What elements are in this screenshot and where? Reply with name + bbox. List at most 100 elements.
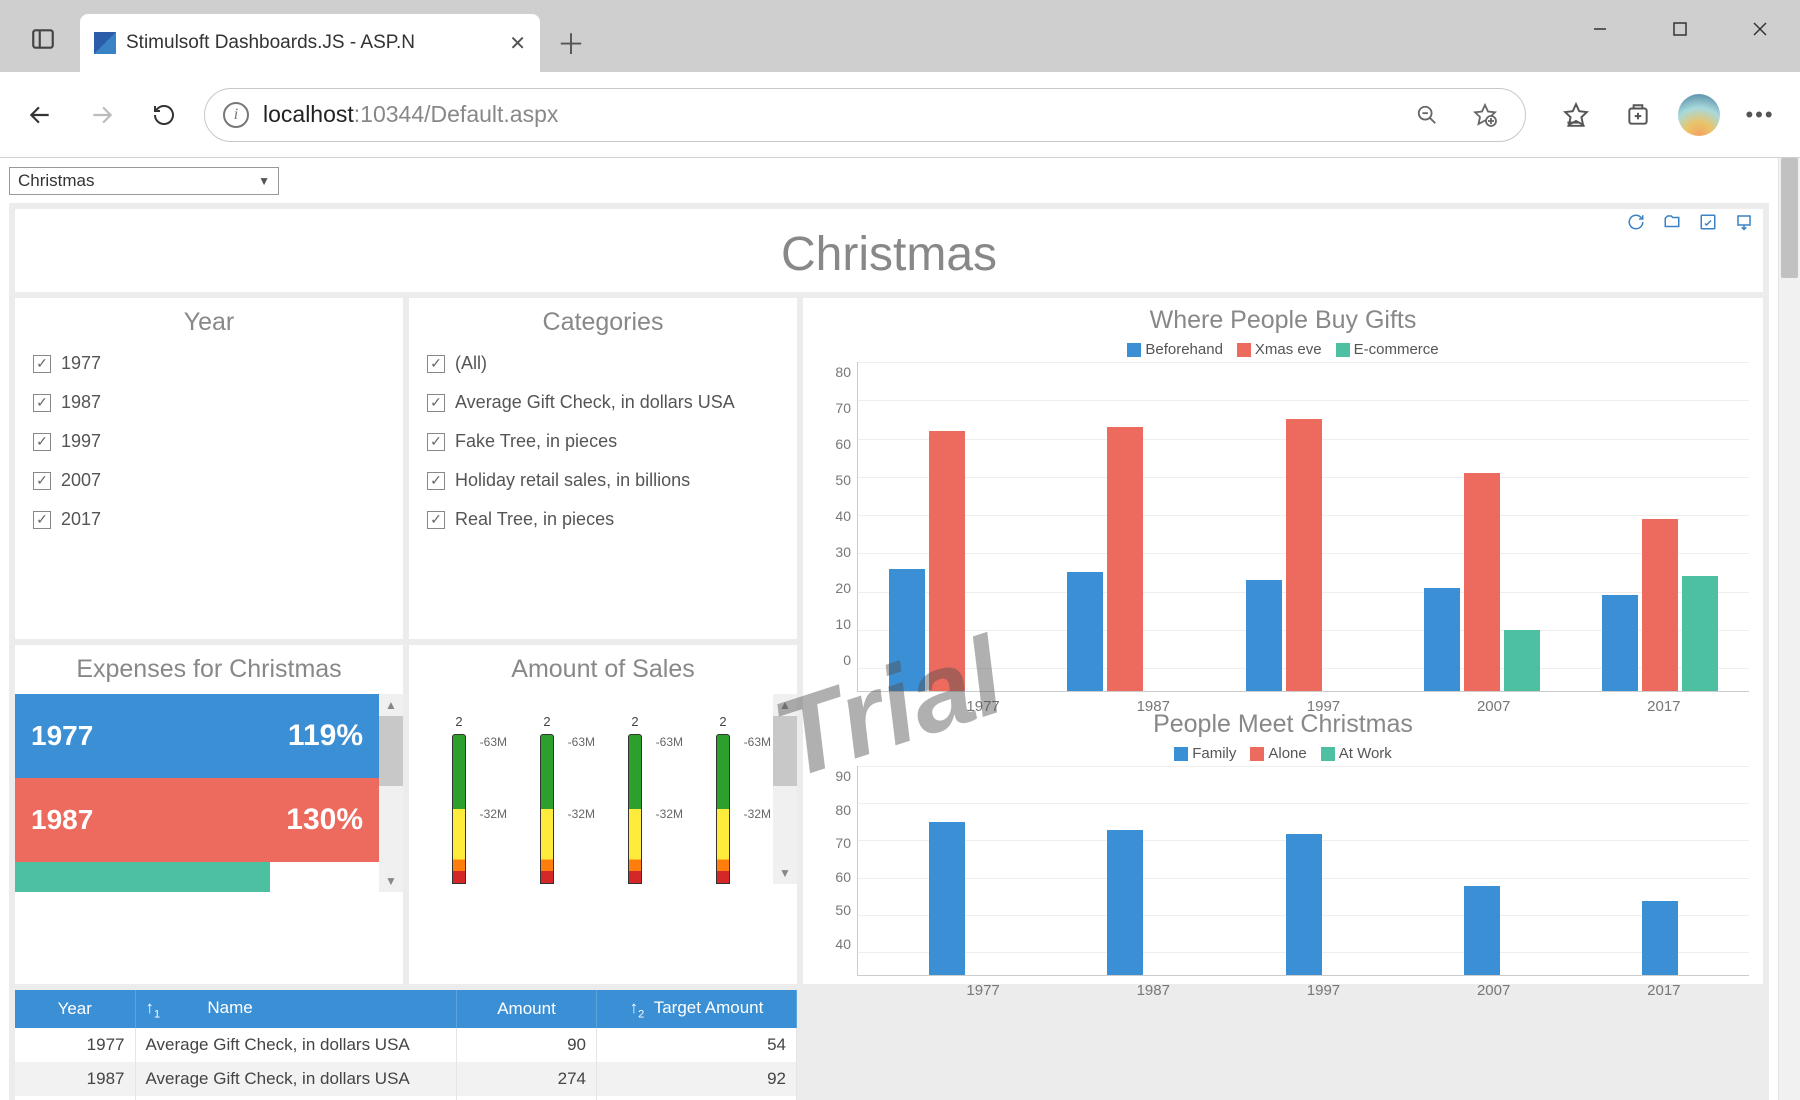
bar[interactable]	[1107, 830, 1143, 975]
expenses-scrollbar[interactable]: ▲ ▼	[379, 694, 403, 892]
browser-toolbar: i localhost:10344/Default.aspx •••	[0, 72, 1800, 158]
categories-filter-panel: Categories ✓(All)✓Average Gift Check, in…	[409, 298, 797, 639]
bar[interactable]	[1642, 519, 1678, 691]
edit-icon[interactable]	[1697, 211, 1719, 233]
close-window-button[interactable]	[1720, 0, 1800, 58]
scroll-down-icon[interactable]: ▼	[779, 862, 791, 884]
col-name[interactable]: ↑1 Name	[135, 990, 457, 1028]
new-tab-button[interactable]: ＋	[546, 18, 596, 68]
checkbox-label: Real Tree, in pieces	[455, 509, 614, 530]
collections-icon[interactable]	[1616, 93, 1660, 137]
checkbox-item[interactable]: ✓Fake Tree, in pieces	[427, 431, 779, 452]
gauge: -63M-32M2	[419, 694, 499, 884]
scroll-down-icon[interactable]: ▼	[385, 870, 397, 892]
table-row[interactable]: 1997Average Gift Check, in dollars USA60…	[15, 1096, 797, 1100]
report-selector[interactable]: Christmas ▼	[9, 167, 279, 195]
maximize-button[interactable]	[1640, 0, 1720, 58]
reload-button[interactable]	[142, 93, 186, 137]
refresh-icon[interactable]	[1625, 211, 1647, 233]
scroll-up-icon[interactable]: ▲	[385, 694, 397, 716]
chart-plot[interactable]: 19771987199720072017	[857, 362, 1749, 692]
bar[interactable]	[929, 431, 965, 691]
checkbox-item[interactable]: ✓(All)	[427, 353, 779, 374]
bar[interactable]	[1682, 576, 1718, 691]
checkbox-icon: ✓	[33, 511, 51, 529]
site-info-icon[interactable]: i	[223, 102, 249, 128]
expense-row[interactable]	[15, 862, 270, 892]
address-bar[interactable]: i localhost:10344/Default.aspx	[204, 88, 1526, 142]
checkbox-icon: ✓	[427, 511, 445, 529]
bar[interactable]	[1286, 419, 1322, 691]
tab-close-icon[interactable]: ✕	[509, 31, 526, 56]
dashboard-title: Christmas	[15, 209, 1763, 292]
sidebar-toggle-icon[interactable]	[16, 12, 70, 66]
checkbox-item[interactable]: ✓Average Gift Check, in dollars USA	[427, 392, 779, 413]
sales-title: Amount of Sales	[409, 655, 797, 684]
table-row[interactable]: 1987Average Gift Check, in dollars USA27…	[15, 1062, 797, 1096]
bar[interactable]	[1642, 901, 1678, 975]
scroll-up-icon[interactable]: ▲	[779, 694, 791, 716]
legend-item[interactable]: E-commerce	[1336, 341, 1439, 358]
expense-pct: 130%	[286, 803, 363, 837]
bar[interactable]	[1424, 588, 1460, 691]
url-text: localhost:10344/Default.aspx	[263, 101, 558, 128]
page-scrollbar[interactable]	[1778, 158, 1800, 1100]
legend-item[interactable]: At Work	[1321, 745, 1392, 762]
bar[interactable]	[1067, 572, 1103, 691]
checkbox-label: 1987	[61, 392, 101, 413]
sales-scrollbar[interactable]: ▲ ▼	[773, 694, 797, 884]
bar[interactable]	[1464, 473, 1500, 691]
col-year[interactable]: Year	[15, 990, 135, 1028]
bar[interactable]	[1286, 834, 1322, 975]
forward-button	[80, 93, 124, 137]
charts-panel: Where People Buy GiftsBeforehandXmas eve…	[803, 298, 1763, 984]
browser-tab[interactable]: Stimulsoft Dashboards.JS - ASP.N ✕	[80, 14, 540, 72]
expense-year: 1987	[31, 804, 93, 836]
profile-avatar[interactable]	[1678, 94, 1720, 136]
col-amount[interactable]: Amount	[457, 990, 597, 1028]
zoom-out-icon[interactable]	[1405, 93, 1449, 137]
bar[interactable]	[1107, 427, 1143, 691]
expense-year: 1977	[31, 720, 93, 752]
bar[interactable]	[1464, 886, 1500, 975]
chart-plot[interactable]: 19771987199720072017	[857, 766, 1749, 976]
tab-favicon	[94, 32, 116, 54]
export-icon[interactable]	[1733, 211, 1755, 233]
minimize-button[interactable]	[1560, 0, 1640, 58]
expense-row[interactable]: 1987 130%	[15, 778, 379, 862]
legend-item[interactable]: Beforehand	[1127, 341, 1223, 358]
menu-icon[interactable]: •••	[1738, 93, 1782, 137]
checkbox-item[interactable]: ✓1987	[33, 392, 385, 413]
checkbox-item[interactable]: ✓ Real Tree, in pieces	[427, 509, 779, 530]
expense-row[interactable]: 1977119%	[15, 694, 379, 778]
favorite-add-icon[interactable]	[1463, 93, 1507, 137]
legend-item[interactable]: Alone	[1250, 745, 1306, 762]
report-selector-value: Christmas	[18, 171, 95, 191]
checkbox-item[interactable]: ✓ 1977	[33, 353, 385, 374]
checkbox-item[interactable]: ✓1997	[33, 431, 385, 452]
table-row[interactable]: 1977Average Gift Check, in dollars USA90…	[15, 1028, 797, 1062]
dashboard-toolbar	[1625, 211, 1755, 233]
checkbox-item[interactable]: ✓Holiday retail sales, in billions	[427, 470, 779, 491]
back-button[interactable]	[18, 93, 62, 137]
bar[interactable]	[1246, 580, 1282, 691]
checkbox-icon: ✓	[33, 355, 51, 373]
page-viewport: Christmas ▼ Christmas Year ✓1977✓1987✓19…	[0, 158, 1800, 1100]
open-icon[interactable]	[1661, 211, 1683, 233]
checkbox-item[interactable]: ✓2007	[33, 470, 385, 491]
favorites-icon[interactable]	[1554, 93, 1598, 137]
checkbox-icon: ✓	[427, 394, 445, 412]
tab-title: Stimulsoft Dashboards.JS - ASP.N	[126, 32, 499, 54]
checkbox-item[interactable]: ✓ 2017	[33, 509, 385, 530]
legend-item[interactable]: Family	[1174, 745, 1236, 762]
dashboard: Christmas Year ✓1977✓1987✓1997✓2007✓2017…	[9, 203, 1769, 1100]
bar[interactable]	[1602, 595, 1638, 691]
checkbox-icon: ✓	[33, 472, 51, 490]
bar[interactable]	[1504, 630, 1540, 691]
bar[interactable]	[929, 822, 965, 975]
checkbox-label: 2017	[61, 509, 101, 530]
col-target[interactable]: ↑2 Target Amount	[597, 990, 797, 1028]
legend-item[interactable]: Xmas eve	[1237, 341, 1322, 358]
bar[interactable]	[889, 569, 925, 691]
checkbox-label: 1977	[61, 353, 101, 374]
